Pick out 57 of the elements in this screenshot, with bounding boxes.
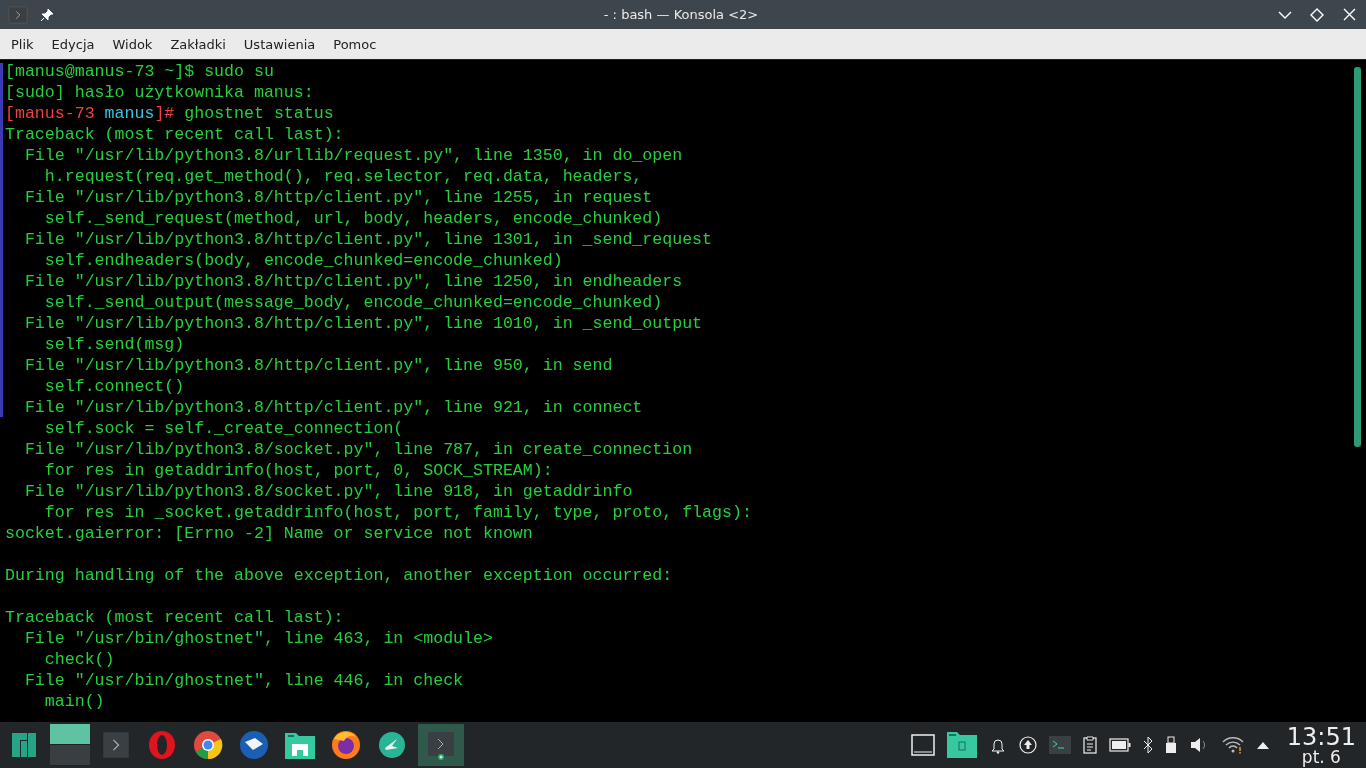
- battery-icon[interactable]: [1108, 738, 1131, 752]
- terminal-icon: [426, 730, 456, 760]
- terminal-line: File "/usr/bin/ghostnet", line 446, in check: [23, 670, 464, 691]
- terminal-line: for res in getaddrinfo(host, port, 0, SOCK_STREAM):: [43, 460, 553, 481]
- expand-tray-icon[interactable]: [1256, 741, 1269, 749]
- menu-item[interactable]: Zakładki: [161, 32, 235, 56]
- terminal-line: File "/usr/lib/python3.8/http/client.py", line 921, in connect: [23, 397, 643, 418]
- terminal-line: File "/usr/lib/python3.8/socket.py", line 787, in create_connection: [23, 439, 693, 460]
- clock[interactable]: 13:51 pt. 6: [1286, 724, 1356, 766]
- terminal-line: File "/usr/bin/ghostnet", line 463, in <module>: [23, 628, 493, 649]
- terminal-line: During handling of the above exception, another exception occurred:: [5, 565, 673, 586]
- close-icon: [1342, 8, 1356, 21]
- terminal-line: [sudo] hasło użytkownika manus:: [5, 82, 314, 103]
- terminal-line: File "/usr/lib/python3.8/http/client.py", line 1301, in _send_request: [23, 229, 712, 250]
- terminal-line: check(): [43, 649, 115, 670]
- trash-folder-icon[interactable]: [946, 732, 977, 758]
- chevron-down-icon: [1278, 9, 1292, 20]
- desktop-icon[interactable]: [910, 734, 935, 756]
- terminal-line: File "/usr/lib/python3.8/socket.py", line 918, in getaddrinfo: [23, 481, 633, 502]
- scrollbar-thumb[interactable]: [1354, 67, 1361, 447]
- bluetooth-icon[interactable]: [1142, 736, 1153, 754]
- terminal-line: h.request(req.get_method(), req.selector, req.data, headers,: [43, 166, 643, 187]
- terminal-line: self.sock = self._create_connection(: [43, 418, 404, 439]
- terminal-line: self.endheaders(body, encode_chunked=encode_chunked): [43, 250, 563, 271]
- terminal-line: Traceback (most recent call last):: [5, 124, 344, 145]
- terminal-line: Traceback (most recent call last):: [5, 607, 344, 628]
- terminal-line: File "/usr/lib/python3.8/http/client.py", line 950, in send: [23, 355, 613, 376]
- terminal-line: [manus-73 manus]# ghostnet status: [5, 103, 334, 124]
- update-icon[interactable]: [1018, 736, 1037, 754]
- terminal-line: main(): [43, 691, 105, 712]
- terminal-line: self.connect(): [43, 376, 185, 397]
- terminal-line: socket.gaierror: [Errno -2] Name or service not known: [5, 523, 533, 544]
- terminal-line: File "/usr/lib/python3.8/urllib/request.py", line 1350, in do_open: [23, 145, 683, 166]
- usb-drive-icon[interactable]: [1164, 736, 1177, 754]
- window-title: - : bash — Konsola <2>: [602, 7, 760, 22]
- desktop-pager[interactable]: [50, 724, 90, 766]
- terminal-icon: [8, 4, 28, 25]
- diamond-icon: [1310, 7, 1324, 22]
- terminal-line: File "/usr/lib/python3.8/http/client.py", line 1250, in endheaders: [23, 271, 683, 292]
- clipboard-icon[interactable]: [1082, 736, 1097, 754]
- pin-icon: [40, 7, 54, 22]
- terminal-line: File "/usr/lib/python3.8/http/client.py", line 1255, in request: [23, 187, 653, 208]
- terminal-line: self.send(msg): [43, 334, 185, 355]
- menu-item[interactable]: Widok: [103, 32, 162, 56]
- terminal-line: self._send_output(message_body, encode_chunked=encode_chunked): [43, 292, 663, 313]
- menu-item[interactable]: Pomoc: [324, 32, 386, 56]
- menu-item[interactable]: Ustawienia: [234, 32, 325, 56]
- terminal-line: for res in _socket.getaddrinfo(host, port, family, type, proto, flags):: [43, 502, 752, 523]
- clock-date: pt. 6: [1301, 748, 1341, 766]
- wifi-warning-icon[interactable]: [1220, 736, 1245, 754]
- clock-time: 13:51: [1286, 724, 1356, 749]
- terminal-icon[interactable]: [1048, 736, 1071, 754]
- menu-item[interactable]: Edycja: [42, 32, 104, 56]
- terminal-line: File "/usr/lib/python3.8/http/client.py", line 1010, in _send_output: [23, 313, 703, 334]
- terminal-line: [manus@manus-73 ~]$ sudo su: [5, 61, 274, 82]
- menu-item[interactable]: Plik: [2, 32, 43, 56]
- terminal-line: self._send_request(method, url, body, headers, encode_chunked): [43, 208, 663, 229]
